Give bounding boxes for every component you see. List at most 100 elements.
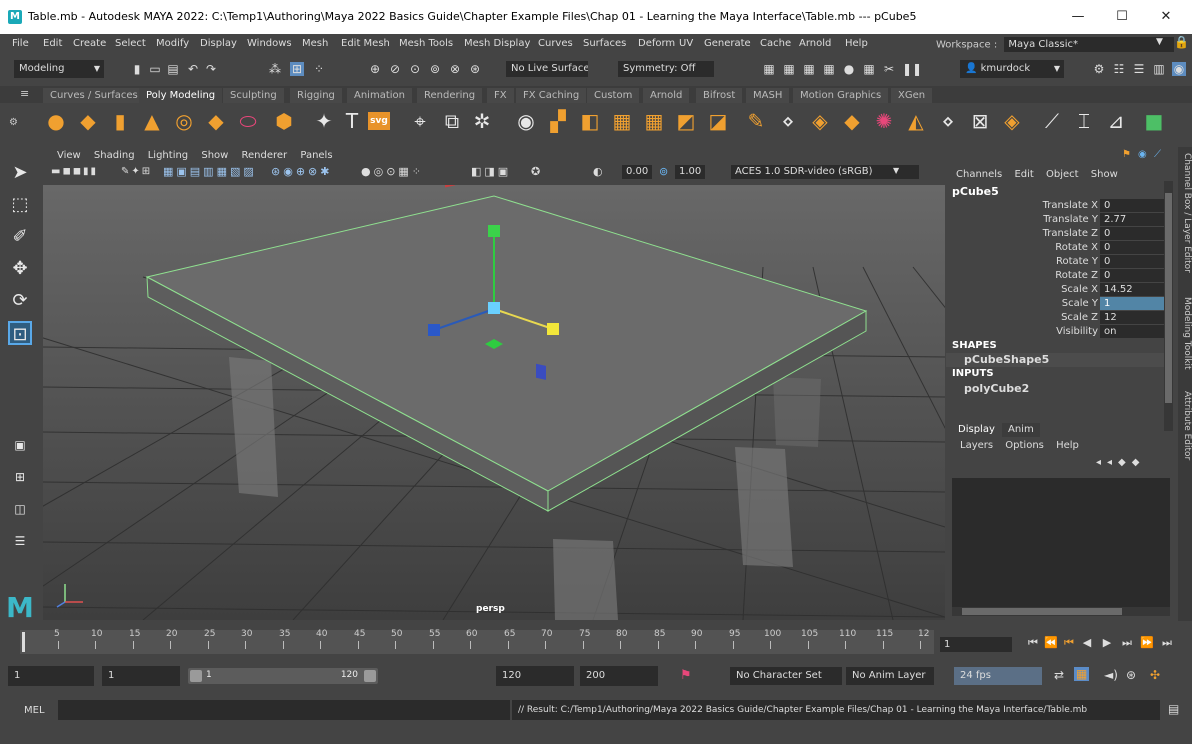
redo-icon[interactable]: ↷ bbox=[204, 62, 218, 76]
close-button[interactable]: ✕ bbox=[1146, 6, 1186, 28]
range-start-handle[interactable] bbox=[190, 670, 202, 682]
modeling-toolkit-icon[interactable]: ⚙ bbox=[1092, 62, 1106, 76]
snap-surface-icon[interactable]: ⊗ bbox=[448, 62, 462, 76]
attribute-value[interactable]: 0 bbox=[1100, 255, 1164, 268]
channel-edit-menu[interactable]: Edit bbox=[1014, 169, 1033, 180]
mirror-icon[interactable]: ◧ bbox=[578, 109, 602, 133]
attribute-row[interactable]: Translate Z 0 bbox=[946, 227, 1164, 241]
svg-tool-icon[interactable]: svg bbox=[368, 112, 390, 130]
menu-create[interactable]: Create bbox=[73, 38, 106, 49]
scrollbar-thumb[interactable] bbox=[962, 608, 1122, 615]
select-object-icon[interactable]: ⊞ bbox=[290, 62, 304, 76]
tool-settings-icon[interactable]: ☰ bbox=[1132, 62, 1146, 76]
layer-help-menu[interactable]: Help bbox=[1056, 440, 1079, 451]
playback-speed-icon[interactable]: ⊛ bbox=[1126, 668, 1136, 682]
auto-key-icon[interactable]: ▦ bbox=[1074, 667, 1090, 681]
poly-torus-icon[interactable]: ◎ bbox=[172, 109, 196, 133]
channels-menu[interactable]: Channels bbox=[956, 169, 1002, 180]
four-view-layout-icon[interactable]: ⊞ bbox=[8, 465, 32, 489]
multi-cut-icon[interactable]: ✎ bbox=[744, 109, 768, 133]
outliner-layout-icon[interactable]: ☰ bbox=[8, 529, 32, 553]
poly-plane-icon[interactable]: ◆ bbox=[204, 109, 228, 133]
attribute-row[interactable]: Scale Y 1 bbox=[946, 297, 1164, 311]
merge-icon[interactable]: ◈ bbox=[808, 109, 832, 133]
animation-start-field[interactable]: 1 bbox=[8, 666, 94, 686]
colorspace-dropdown[interactable]: ACES 1.0 SDR-video (sRGB) bbox=[731, 165, 919, 179]
step-forward-key-icon[interactable]: ⏭ bbox=[1120, 636, 1134, 650]
layer-options-menu[interactable]: Options bbox=[1005, 440, 1044, 451]
menu-modify[interactable]: Modify bbox=[156, 38, 189, 49]
shelf-tab-motion-graphics[interactable]: Motion Graphics bbox=[793, 88, 889, 103]
shelf-tab-bifrost[interactable]: Bifrost bbox=[696, 88, 743, 103]
layer-editor-icon[interactable]: ◉ bbox=[1172, 62, 1186, 76]
shelf-tab-fx[interactable]: FX bbox=[487, 88, 514, 103]
select-tool-icon[interactable]: ➤ bbox=[8, 161, 32, 185]
snap-point-icon[interactable]: ⊙ bbox=[408, 62, 422, 76]
combine-icon[interactable]: ⧉ bbox=[440, 109, 464, 133]
menu-mesh[interactable]: Mesh bbox=[302, 38, 328, 49]
playback-end-field[interactable]: 120 bbox=[496, 666, 574, 686]
range-end-handle[interactable] bbox=[364, 670, 376, 682]
super-shape-icon[interactable]: ✦ bbox=[312, 109, 336, 133]
poly-sphere-icon[interactable]: ● bbox=[44, 109, 68, 133]
shelf-tab-mash[interactable]: MASH bbox=[746, 88, 790, 103]
menu-generate[interactable]: Generate bbox=[704, 38, 751, 49]
channel-box-scrollbar[interactable] bbox=[1164, 181, 1173, 431]
target-weld-icon[interactable]: ⋄ bbox=[776, 109, 800, 133]
menu-surfaces[interactable]: Surfaces bbox=[583, 38, 626, 49]
attribute-value[interactable]: 1 bbox=[1100, 297, 1164, 310]
attribute-value[interactable]: 14.52 bbox=[1100, 283, 1164, 296]
snap-grid-icon[interactable]: ⊕ bbox=[368, 62, 382, 76]
play-backward-icon[interactable]: ◀ bbox=[1080, 636, 1094, 650]
scene-canvas[interactable] bbox=[43, 147, 945, 620]
shape-node-item[interactable]: pCubeShape5 bbox=[946, 353, 1164, 367]
new-scene-icon[interactable]: ▮ bbox=[130, 62, 144, 76]
workspace-chevron-icon[interactable]: ▼ bbox=[1156, 37, 1163, 47]
step-back-key-icon[interactable]: ⏮ bbox=[1062, 636, 1076, 650]
attribute-row[interactable]: Scale Z 12 bbox=[946, 311, 1164, 325]
channel-box-tool-icon[interactable]: ⚑ bbox=[1122, 149, 1131, 160]
shelf-tab-poly-modeling[interactable]: Poly Modeling bbox=[139, 88, 223, 103]
go-to-start-icon[interactable]: ⏮ bbox=[1026, 636, 1040, 650]
script-editor-icon[interactable]: ▤ bbox=[1168, 702, 1179, 716]
viewport-menu-panels[interactable]: Panels bbox=[300, 150, 332, 161]
poly-cone-icon[interactable]: ▲ bbox=[140, 109, 164, 133]
poly-cube-icon[interactable]: ◆ bbox=[76, 109, 100, 133]
input-node-item[interactable]: polyCube2 bbox=[946, 382, 1164, 396]
loop-icon[interactable]: ⇄ bbox=[1054, 668, 1064, 682]
shelf-tab-custom[interactable]: Custom bbox=[587, 88, 640, 103]
menu-curves[interactable]: Curves bbox=[538, 38, 573, 49]
range-slider[interactable]: 1 120 bbox=[188, 668, 378, 684]
play-forward-icon[interactable]: ▶ bbox=[1100, 636, 1114, 650]
menu-mesh-tools[interactable]: Mesh Tools bbox=[399, 38, 453, 49]
attribute-value[interactable]: 0 bbox=[1100, 269, 1164, 282]
lighting-mode-icon[interactable]: ●◎⊙▦⁘ bbox=[361, 165, 424, 178]
boolean-icon[interactable]: ▞ bbox=[546, 109, 570, 133]
maximize-button[interactable]: ☐ bbox=[1102, 6, 1142, 28]
attribute-value[interactable]: 0 bbox=[1100, 199, 1164, 212]
smooth-icon[interactable]: ◉ bbox=[514, 109, 538, 133]
quad-draw-icon[interactable]: ⌶ bbox=[1072, 109, 1096, 133]
side-tab-modeling-toolkit[interactable]: Modeling Toolkit bbox=[1178, 297, 1192, 370]
attribute-value[interactable]: 12 bbox=[1100, 311, 1164, 324]
display-mode-icon[interactable]: ▦▣▤▥▦▧▨ bbox=[163, 165, 257, 178]
layer-create-icons[interactable]: ◂◂◆◆ bbox=[1096, 457, 1145, 468]
shelf-tab-fx-caching[interactable]: FX Caching bbox=[516, 88, 587, 103]
selected-object-name[interactable]: pCube5 bbox=[952, 185, 999, 198]
menu-edit[interactable]: Edit bbox=[43, 38, 62, 49]
key-icon[interactable]: ⚑ bbox=[680, 668, 692, 683]
menu-edit-mesh[interactable]: Edit Mesh bbox=[341, 38, 390, 49]
current-frame-field[interactable]: 1 bbox=[940, 637, 1012, 652]
playback-start-field[interactable]: 1 bbox=[102, 666, 180, 686]
append-polygon-icon[interactable]: ◪ bbox=[706, 109, 730, 133]
snap-vertex-icon[interactable]: ⊛ bbox=[468, 62, 482, 76]
paint-select-tool-icon[interactable]: ✐ bbox=[8, 225, 32, 249]
attribute-editor-icon[interactable]: ☷ bbox=[1112, 62, 1126, 76]
attribute-row[interactable]: Scale X 14.52 bbox=[946, 283, 1164, 297]
side-tab-attribute-editor[interactable]: Attribute Editor bbox=[1178, 391, 1192, 460]
open-scene-icon[interactable]: ▭ bbox=[148, 62, 162, 76]
colorspace-chevron-icon[interactable]: ▼ bbox=[893, 166, 899, 175]
select-hierarchy-icon[interactable]: ⁂ bbox=[268, 62, 282, 76]
platonic-solid-icon[interactable]: ⬢ bbox=[272, 109, 296, 133]
attribute-row[interactable]: Translate X 0 bbox=[946, 199, 1164, 213]
